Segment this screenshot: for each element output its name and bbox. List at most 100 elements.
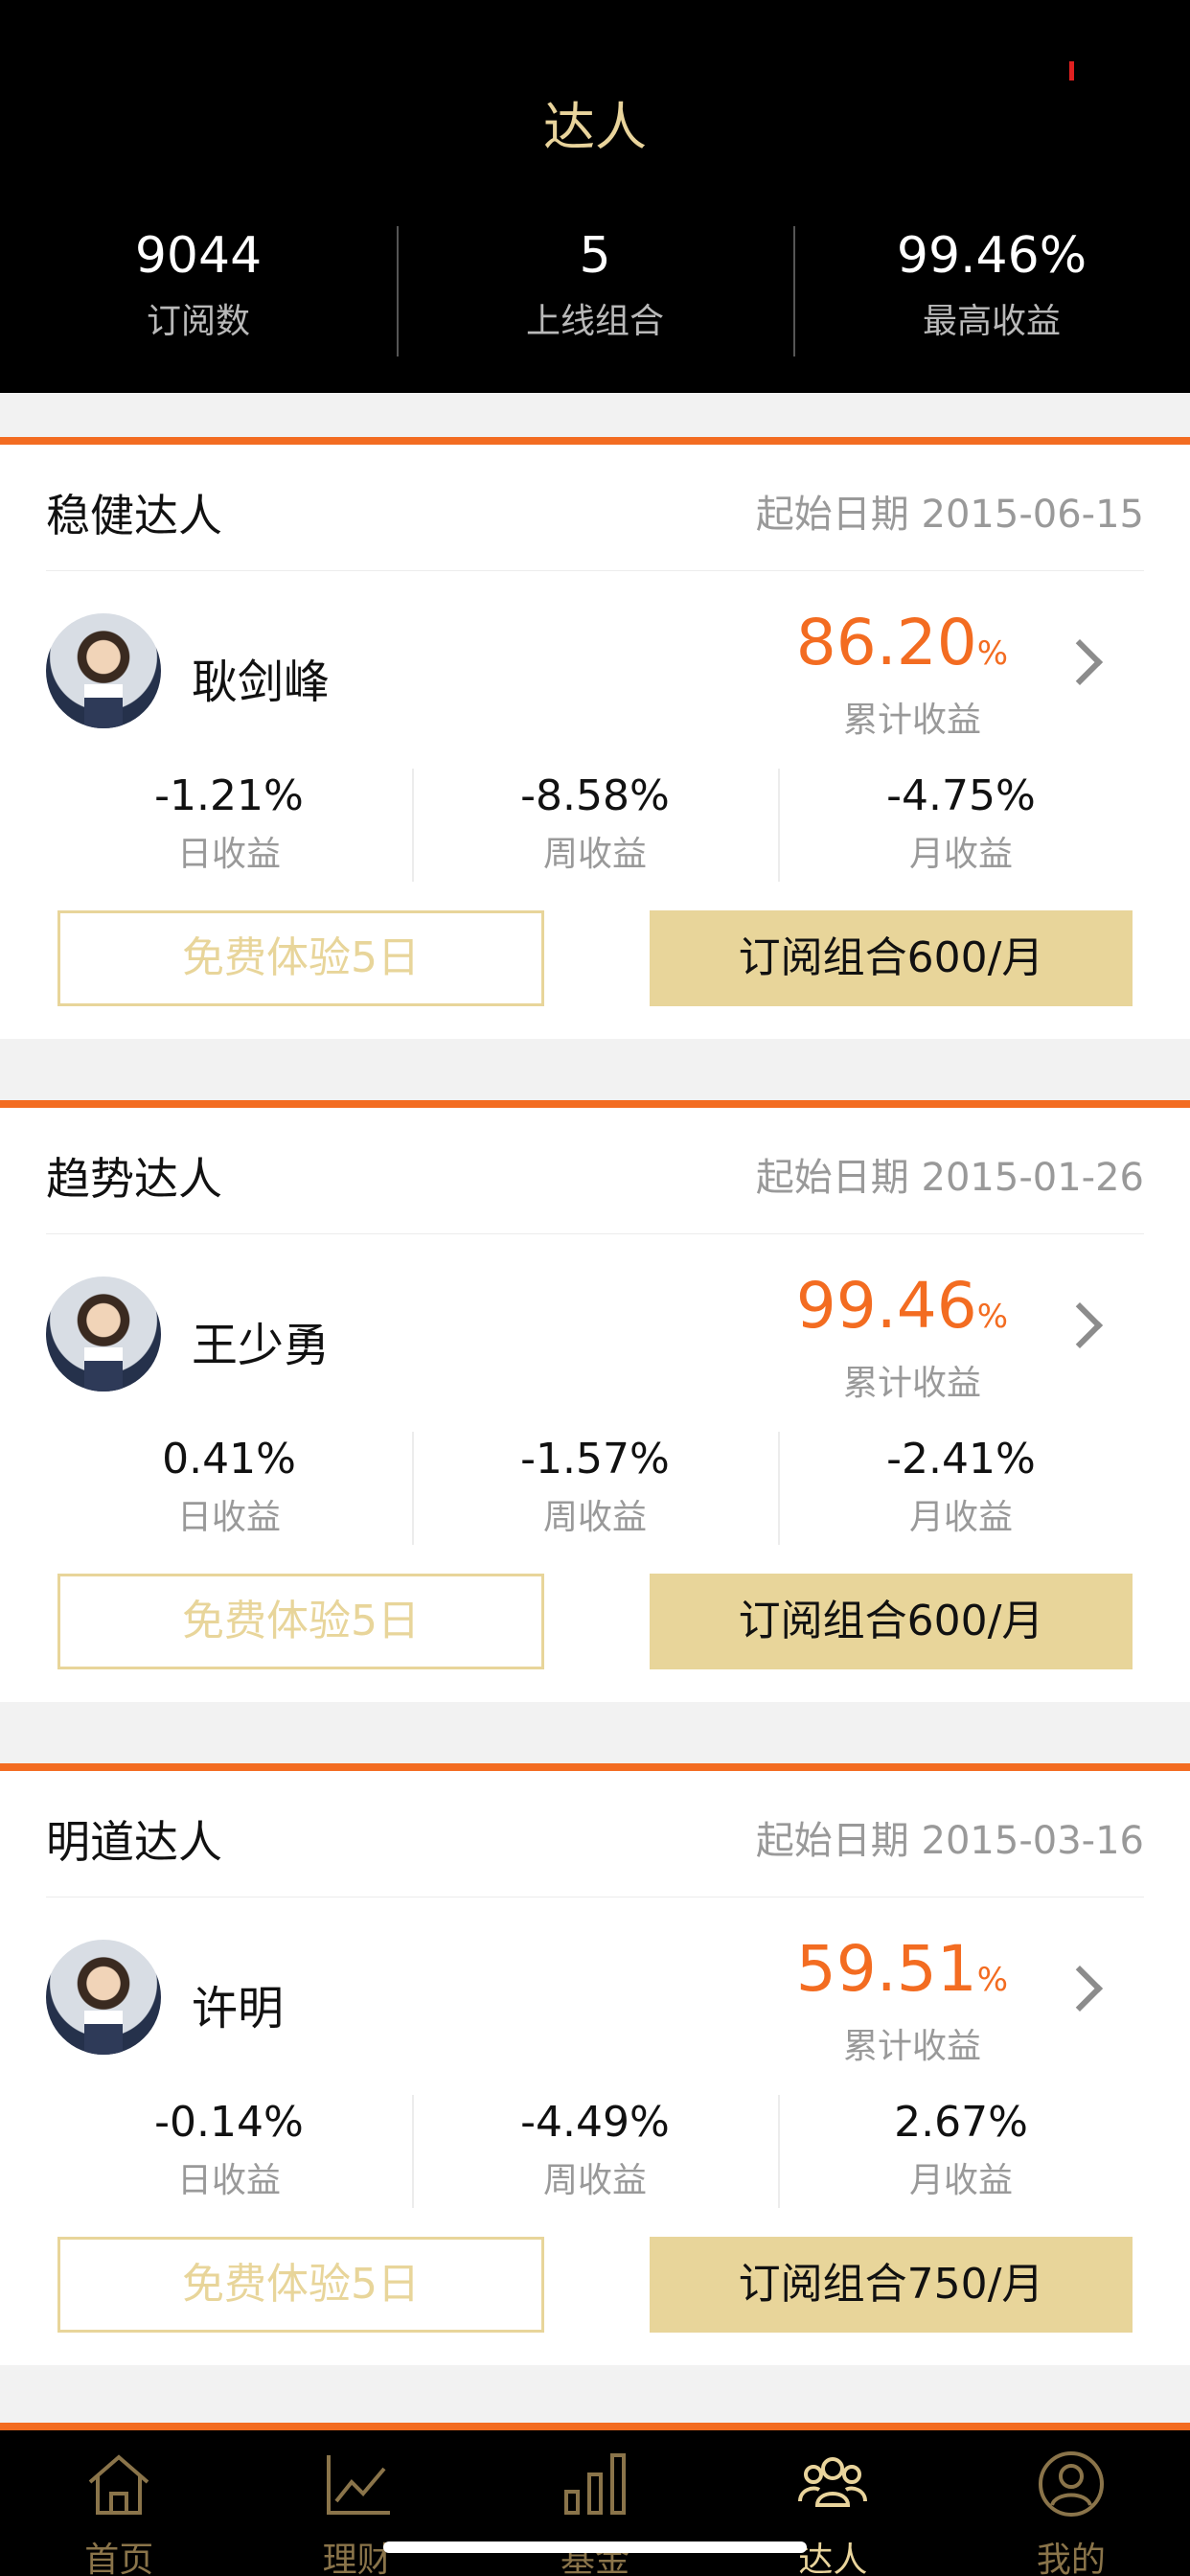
mini-label: 周收益 <box>542 2161 647 2200</box>
stat-portfolios: 5 上线组合 <box>397 222 793 356</box>
mini-label: 月收益 <box>908 1498 1013 1537</box>
status-indicator <box>1069 61 1074 80</box>
tab-fund[interactable]: 基金 <box>476 2430 714 2576</box>
total-return-label: 累计收益 <box>842 2027 981 2066</box>
avatar[interactable] <box>46 1276 161 1392</box>
subscribe-button[interactable]: 订阅组合600/月 <box>650 1574 1133 1669</box>
total-return-number: 59.51 <box>795 1932 977 2006</box>
free-trial-button[interactable]: 免费体验5日 <box>57 2237 544 2333</box>
start-date: 起始日期 2015-01-26 <box>755 1156 1144 1200</box>
trader-card: 明道达人 起始日期 2015-03-16 许明 59.51% 累计收益 -0.1… <box>0 1763 1190 2365</box>
mini-label: 周收益 <box>542 1498 647 1537</box>
mini-label: 周收益 <box>542 835 647 874</box>
stat-max-return: 99.46% 最高收益 <box>793 222 1190 356</box>
percent-sign: % <box>976 1961 1008 1999</box>
chevron-right-icon[interactable] <box>1056 1965 1104 2012</box>
summary-stats: 9044 订阅数 5 上线组合 99.46% 最高收益 <box>0 222 1190 356</box>
stat-subscriptions: 9044 订阅数 <box>0 222 397 356</box>
tab-label: 首页 <box>84 2541 154 2576</box>
mini-value: -1.21% <box>154 771 304 820</box>
mini-value: -2.41% <box>886 1435 1036 1484</box>
stat-value: 9044 <box>134 227 263 285</box>
start-date: 起始日期 2015-06-15 <box>755 493 1144 537</box>
mini-label: 日收益 <box>176 1498 281 1537</box>
stat-value: 99.46% <box>896 227 1087 285</box>
daily-return: 0.41% 日收益 <box>46 1432 412 1547</box>
free-trial-button[interactable]: 免费体验5日 <box>57 1574 544 1669</box>
weekly-return: -4.49% 周收益 <box>412 2095 778 2210</box>
total-return-number: 86.20 <box>795 606 977 679</box>
mini-value: -0.14% <box>154 2098 304 2147</box>
weekly-return: -1.57% 周收益 <box>412 1432 778 1547</box>
tab-finance[interactable]: 理财 <box>238 2430 475 2576</box>
total-return-label: 累计收益 <box>842 1364 981 1403</box>
card-title: 明道达人 <box>46 1816 222 1868</box>
bar-chart-icon <box>564 2453 627 2515</box>
next-card-edge <box>0 2423 1190 2430</box>
home-indicator[interactable] <box>383 2542 807 2553</box>
page-title: 达人 <box>543 97 647 157</box>
trader-card: 稳健达人 起始日期 2015-06-15 耿剑峰 86.20% 累计收益 -1.… <box>0 437 1190 1039</box>
card-title: 趋势达人 <box>46 1153 222 1205</box>
mini-value: -4.49% <box>520 2098 670 2147</box>
tab-mine[interactable]: 我的 <box>952 2430 1190 2576</box>
stat-value: 5 <box>579 227 611 285</box>
header: 达人 9044 订阅数 5 上线组合 99.46% 最高收益 <box>0 0 1190 393</box>
mini-value: -8.58% <box>520 771 670 820</box>
mini-value: 2.67% <box>894 2098 1028 2147</box>
chevron-right-icon[interactable] <box>1056 638 1104 686</box>
stat-label: 最高收益 <box>922 302 1061 341</box>
trader-name[interactable]: 耿剑峰 <box>192 644 330 711</box>
tab-bar: 首页 理财 基金 达人 我的 <box>0 2430 1190 2576</box>
tab-home[interactable]: 首页 <box>0 2430 238 2576</box>
stat-label: 订阅数 <box>146 302 250 341</box>
percent-sign: % <box>976 1298 1008 1336</box>
card-header: 明道达人 起始日期 2015-03-16 <box>46 1771 1144 1898</box>
daily-return: -1.21% 日收益 <box>46 769 412 884</box>
return-stats: -0.14% 日收益 -4.49% 周收益 2.67% 月收益 <box>46 2095 1144 2210</box>
subscribe-button[interactable]: 订阅组合600/月 <box>650 910 1133 1006</box>
mini-label: 日收益 <box>176 2161 281 2200</box>
trader-name[interactable]: 王少勇 <box>192 1307 330 1374</box>
total-return-number: 99.46 <box>795 1269 977 1343</box>
total-return: 86.20% <box>796 606 1008 679</box>
home-icon <box>88 2454 149 2515</box>
tab-label: 理财 <box>322 2541 392 2576</box>
trader-name[interactable]: 许明 <box>192 1970 284 2037</box>
weekly-return: -8.58% 周收益 <box>412 769 778 884</box>
card-title: 稳健达人 <box>46 490 222 541</box>
total-return-label: 累计收益 <box>842 701 981 740</box>
total-return: 59.51% <box>796 1932 1008 2006</box>
mini-label: 日收益 <box>176 835 281 874</box>
free-trial-button[interactable]: 免费体验5日 <box>57 910 544 1006</box>
chevron-right-icon[interactable] <box>1056 1301 1104 1349</box>
card-header: 稳健达人 起始日期 2015-06-15 <box>46 445 1144 571</box>
card-header: 趋势达人 起始日期 2015-01-26 <box>46 1108 1144 1234</box>
avatar[interactable] <box>46 1940 161 2055</box>
percent-sign: % <box>976 634 1008 673</box>
mini-label: 月收益 <box>908 2161 1013 2200</box>
monthly-return: 2.67% 月收益 <box>778 2095 1144 2210</box>
mini-value: -1.57% <box>520 1435 670 1484</box>
return-stats: 0.41% 日收益 -1.57% 周收益 -2.41% 月收益 <box>46 1432 1144 1547</box>
line-chart-icon <box>326 2455 390 2515</box>
monthly-return: -2.41% 月收益 <box>778 1432 1144 1547</box>
profile-icon <box>1038 2451 1104 2517</box>
trader-card: 趋势达人 起始日期 2015-01-26 王少勇 99.46% 累计收益 0.4… <box>0 1100 1190 1702</box>
mini-value: -4.75% <box>886 771 1036 820</box>
tab-label: 达人 <box>798 2541 868 2576</box>
return-stats: -1.21% 日收益 -8.58% 周收益 -4.75% 月收益 <box>46 769 1144 884</box>
total-return: 99.46% <box>796 1269 1008 1343</box>
avatar[interactable] <box>46 613 161 728</box>
stat-label: 上线组合 <box>525 302 664 341</box>
mini-value: 0.41% <box>162 1435 296 1484</box>
people-icon <box>798 2457 868 2507</box>
tab-label: 我的 <box>1036 2541 1106 2576</box>
subscribe-button[interactable]: 订阅组合750/月 <box>650 2237 1133 2333</box>
daily-return: -0.14% 日收益 <box>46 2095 412 2210</box>
tab-experts[interactable]: 达人 <box>714 2430 951 2576</box>
mini-label: 月收益 <box>908 835 1013 874</box>
start-date: 起始日期 2015-03-16 <box>755 1819 1144 1863</box>
monthly-return: -4.75% 月收益 <box>778 769 1144 884</box>
tab-label: 基金 <box>561 2541 630 2576</box>
